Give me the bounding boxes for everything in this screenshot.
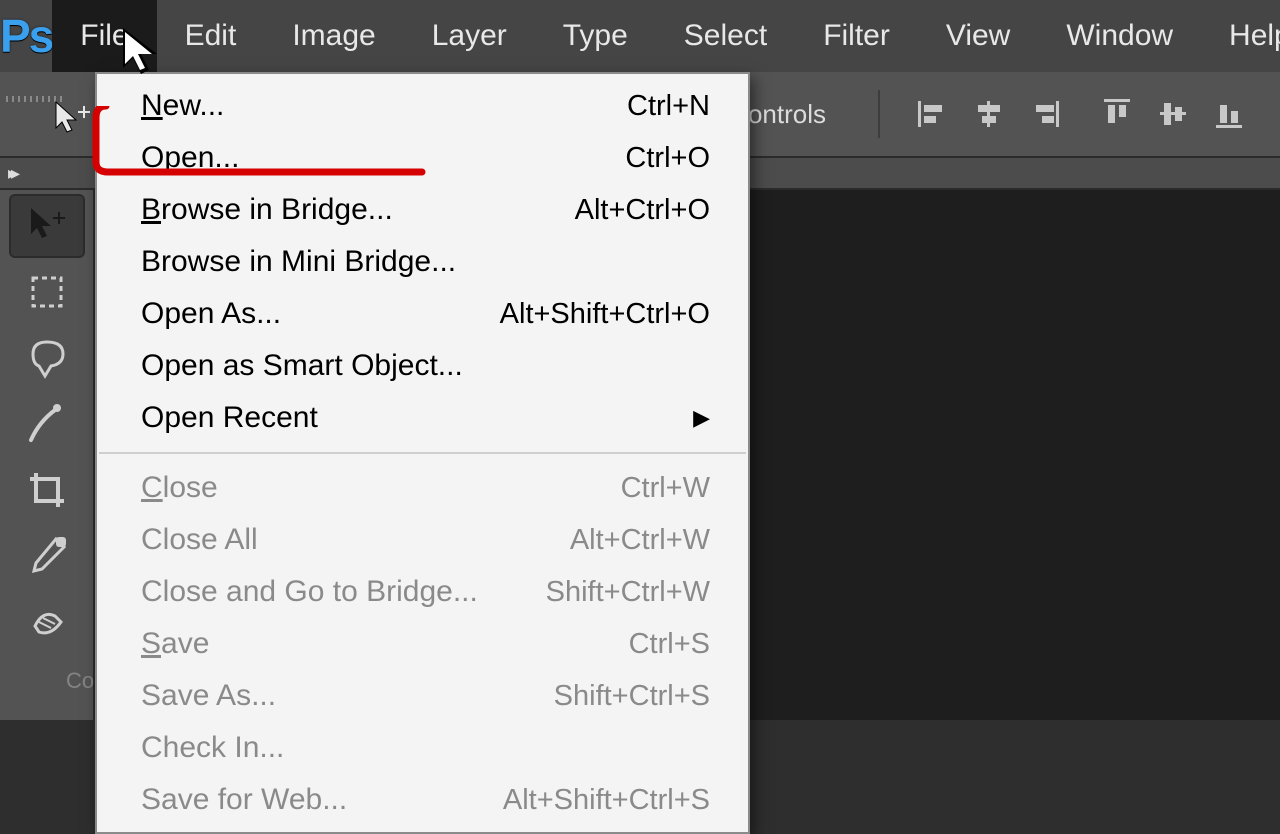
submenu-arrow-icon: ▶ [693,398,710,438]
menuitem-label: Close All [141,520,258,560]
menuitem-check-in: Check In... [97,722,748,774]
lasso-tool[interactable] [11,328,83,388]
align-vcenter-icon[interactable] [1152,93,1194,135]
menu-separator [99,452,746,454]
menuitem-browse-in-mini-bridge[interactable]: Browse in Mini Bridge... [97,236,748,288]
menuitem-close-all: Close All Alt+Ctrl+W [97,514,748,566]
menuitem-label: Open as Smart Object... [141,346,463,386]
menuitem-open-as-smart-object[interactable]: Open as Smart Object... [97,340,748,392]
menuitem-label: Save As... [141,676,276,716]
app-logo-text: Ps [0,9,52,63]
menuitem-shortcut: Alt+Ctrl+W [570,520,710,560]
menuitem-shortcut: Ctrl+O [625,138,710,178]
menuitem-shortcut: Ctrl+W [621,468,710,508]
menu-layer[interactable]: Layer [404,0,535,72]
menuitem-shortcut: Alt+Shift+Ctrl+O [500,294,710,334]
menuitem-shortcut: Ctrl+N [627,86,710,126]
menuitem-open[interactable]: Open... Ctrl+O [97,132,748,184]
menu-bar-container: Ps FileEditImageLayerTypeSelectFilterVie… [0,0,1280,72]
menuitem-label: Close and Go to Bridge... [141,572,478,612]
menuitem-save-as: Save As... Shift+Ctrl+S [97,670,748,722]
options-tool-preview-icon [50,98,92,145]
menu-view[interactable]: View [918,0,1038,72]
menuitem-shortcut: Shift+Ctrl+S [554,676,710,716]
menuitem-label: Browse in Bridge... [141,190,393,230]
menuitem-browse-in-bridge[interactable]: Browse in Bridge... Alt+Ctrl+O [97,184,748,236]
distribute-icon-group [1096,93,1250,135]
crop-tool[interactable] [11,460,83,520]
menuitem-label: Open Recent [141,398,318,438]
menu-window[interactable]: Window [1038,0,1201,72]
menuitem-shortcut: Ctrl+S [629,624,710,664]
menuitem-close: Close Ctrl+W [97,462,748,514]
brush-tool[interactable] [11,394,83,454]
menuitem-label: New... [141,86,224,126]
menuitem-open-as[interactable]: Open As... Alt+Shift+Ctrl+O [97,288,748,340]
menuitem-shortcut: Alt+Ctrl+O [575,190,710,230]
menuitem-label: Save [141,624,209,664]
eyedropper-tool[interactable] [11,526,83,586]
menu-edit[interactable]: Edit [157,0,265,72]
move-tool[interactable] [11,196,83,256]
menuitem-label: Close [141,468,218,508]
menu-filter[interactable]: Filter [795,0,918,72]
menu-file[interactable]: File [52,0,156,72]
menu-image[interactable]: Image [264,0,403,72]
align-hcenter-icon[interactable] [968,93,1010,135]
align-right-icon[interactable] [1024,93,1066,135]
menuitem-label: Open... [141,138,239,178]
align-top-icon[interactable] [1096,93,1138,135]
options-separator [878,90,880,138]
app-logo: Ps [0,0,52,72]
align-left-icon[interactable] [912,93,954,135]
menuitem-label: Save for Web... [141,780,347,820]
menu-help[interactable]: Help [1201,0,1280,72]
menu-select[interactable]: Select [656,0,795,72]
menu-bar: FileEditImageLayerTypeSelectFilterViewWi… [52,0,1280,72]
marquee-tool[interactable] [11,262,83,322]
menuitem-label: Open As... [141,294,281,334]
menuitem-label: Browse in Mini Bridge... [141,242,456,282]
align-bottom-icon[interactable] [1208,93,1250,135]
menuitem-close-and-go-to-bridge: Close and Go to Bridge... Shift+Ctrl+W [97,566,748,618]
toolbox [0,190,95,720]
expand-chevrons-icon[interactable]: ▸▸ [8,163,14,184]
menu-type[interactable]: Type [535,0,656,72]
align-icon-group [912,93,1066,135]
menuitem-new[interactable]: New... Ctrl+N [97,80,748,132]
menuitem-save: Save Ctrl+S [97,618,748,670]
heal-tool[interactable] [11,592,83,652]
menuitem-save-for-web: Save for Web... Alt+Shift+Ctrl+S [97,774,748,826]
menuitem-label: Check In... [141,728,284,768]
menuitem-shortcut: Alt+Shift+Ctrl+S [503,780,710,820]
menuitem-shortcut: Shift+Ctrl+W [546,572,710,612]
menuitem-open-recent[interactable]: Open Recent ▶ [97,392,748,444]
